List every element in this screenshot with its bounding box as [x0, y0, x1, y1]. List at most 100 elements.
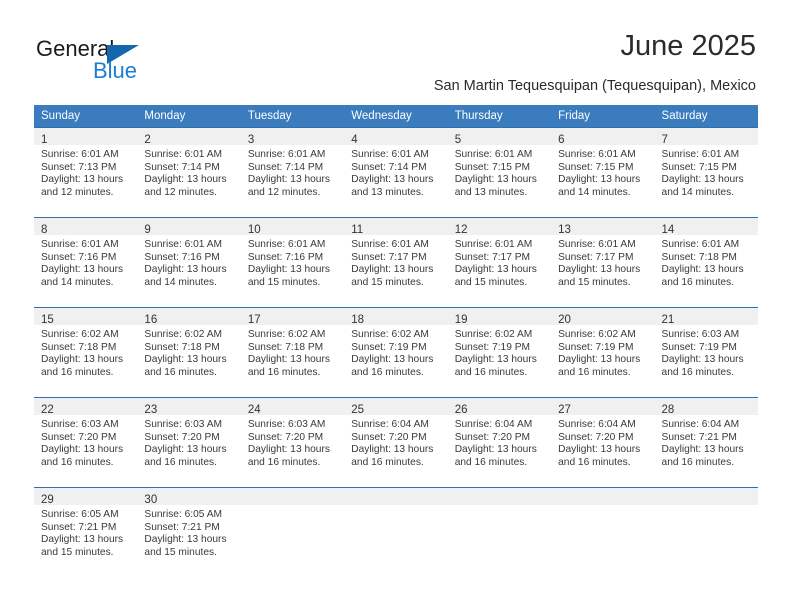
weekday-header-friday: Friday — [551, 105, 655, 128]
calendar-day-cell[interactable]: 3 Sunrise: 6:01 AM Sunset: 7:14 PM Daylight… — [240, 127, 345, 218]
sunrise-text: Sunrise: 6:03 AM — [41, 419, 119, 430]
calendar-day-cell-empty — [551, 487, 655, 578]
sunset-text: Sunset: 7:19 PM — [661, 341, 737, 353]
day-number: 10 — [247, 224, 261, 236]
day-number: 6 — [558, 134, 565, 146]
calendar-day-cell[interactable]: 10 Sunrise: 6:01 AM Sunset: 7:16 PM Dayligh… — [240, 217, 345, 308]
day-number: 9 — [144, 224, 151, 236]
day-number-band: 20 — [551, 308, 655, 326]
day-number-band: 13 — [551, 218, 655, 236]
calendar-day-cell[interactable]: 30 Sunrise: 6:05 AM Sunset: 7:21 PM Dayligh… — [137, 487, 241, 578]
day-number-band: 19 — [447, 308, 552, 326]
calendar-day-cell[interactable]: 9 Sunrise: 6:01 AM Sunset: 7:16 PM Daylight… — [137, 217, 241, 308]
day-number-band: 15 — [34, 308, 138, 326]
calendar-day-cell[interactable]: 13 Sunrise: 6:01 AM Sunset: 7:17 PM Dayligh… — [551, 217, 655, 308]
day-number: 30 — [144, 494, 158, 506]
daylight-text-line2: and 15 minutes. — [558, 276, 631, 288]
sunrise-text: Sunrise: 6:04 AM — [558, 419, 636, 430]
daylight-text-line1: Daylight: 13 hours — [454, 174, 537, 186]
calendar-day-cell[interactable]: 6 Sunrise: 6:01 AM Sunset: 7:15 PM Daylight… — [551, 127, 655, 218]
sunset-text: Sunset: 7:18 PM — [661, 251, 737, 263]
day-number: 1 — [41, 134, 48, 146]
daylight-text-line2: and 16 minutes. — [41, 366, 114, 378]
day-number: 8 — [41, 224, 48, 236]
daylight-text-line2: and 14 minutes. — [41, 276, 114, 288]
calendar-day-cell[interactable]: 4 Sunrise: 6:01 AM Sunset: 7:14 PM Daylight… — [344, 127, 448, 218]
calendar-day-cell[interactable]: 5 Sunrise: 6:01 AM Sunset: 7:15 PM Daylight… — [447, 127, 552, 218]
daylight-text-line2: and 14 minutes. — [661, 186, 735, 198]
sunrise-text: Sunrise: 6:01 AM — [41, 239, 119, 250]
day-number: 18 — [351, 314, 365, 326]
day-number: 7 — [661, 134, 668, 146]
calendar-day-cell[interactable]: 26 Sunrise: 6:04 AM Sunset: 7:20 PM Dayligh… — [447, 397, 552, 488]
calendar-day-cell[interactable]: 12 Sunrise: 6:01 AM Sunset: 7:17 PM Dayligh… — [447, 217, 552, 308]
calendar-day-cell[interactable]: 28 Sunrise: 6:04 AM Sunset: 7:21 PM Dayligh… — [654, 397, 758, 488]
calendar-day-cell[interactable]: 15 Sunrise: 6:02 AM Sunset: 7:18 PM Dayligh… — [34, 307, 138, 398]
calendar-day-cell[interactable]: 29 Sunrise: 6:05 AM Sunset: 7:21 PM Dayligh… — [34, 487, 138, 578]
calendar-week-row: 1 Sunrise: 6:01 AM Sunset: 7:13 PM Daylight… — [34, 127, 758, 218]
sunset-text: Sunset: 7:20 PM — [144, 431, 220, 443]
sunrise-text: Sunrise: 6:01 AM — [454, 239, 533, 250]
calendar-day-cell[interactable]: 11 Sunrise: 6:01 AM Sunset: 7:17 PM Dayligh… — [344, 217, 448, 308]
page-subtitle-location: San Martin Tequesquipan (Tequesquipan), … — [433, 78, 756, 94]
calendar-day-cell[interactable]: 2 Sunrise: 6:01 AM Sunset: 7:14 PM Daylight… — [137, 127, 241, 218]
sunrise-text: Sunrise: 6:01 AM — [144, 149, 223, 160]
calendar-day-cell[interactable]: 21 Sunrise: 6:03 AM Sunset: 7:19 PM Dayligh… — [654, 307, 758, 398]
sunrise-text: Sunrise: 6:03 AM — [144, 419, 223, 430]
calendar-day-cell[interactable]: 27 Sunrise: 6:04 AM Sunset: 7:20 PM Dayligh… — [551, 397, 655, 488]
day-number: 4 — [351, 134, 358, 146]
calendar-day-cell[interactable]: 22 Sunrise: 6:03 AM Sunset: 7:20 PM Dayligh… — [34, 397, 138, 488]
sunset-text: Sunset: 7:15 PM — [454, 161, 531, 173]
day-number: 2 — [144, 134, 151, 146]
daylight-text-line2: and 15 minutes. — [144, 546, 217, 558]
day-details: Sunrise: 6:01 AM Sunset: 7:15 PM Daylight:… — [448, 145, 551, 199]
day-number: 23 — [144, 404, 158, 416]
day-details: Sunrise: 6:02 AM Sunset: 7:18 PM Daylight:… — [34, 325, 137, 379]
sunset-text: Sunset: 7:18 PM — [247, 341, 324, 353]
day-details: Sunrise: 6:02 AM Sunset: 7:18 PM Daylight:… — [241, 325, 344, 379]
daylight-text-line2: and 12 minutes. — [41, 186, 114, 198]
daylight-text-line1: Daylight: 13 hours — [144, 534, 227, 546]
weekday-header-wednesday: Wednesday — [344, 105, 448, 128]
day-number-band: 2 — [137, 128, 241, 146]
weekday-header-monday: Monday — [137, 105, 241, 128]
calendar-header-row: Sunday Monday Tuesday Wednesday Thursday… — [34, 105, 758, 128]
daylight-text-line1: Daylight: 13 hours — [41, 264, 124, 276]
calendar-day-cell[interactable]: 25 Sunrise: 6:04 AM Sunset: 7:20 PM Dayligh… — [344, 397, 448, 488]
daylight-text-line1: Daylight: 13 hours — [144, 354, 227, 366]
day-details: Sunrise: 6:01 AM Sunset: 7:16 PM Daylight:… — [241, 235, 344, 289]
daylight-text-line2: and 16 minutes. — [41, 456, 114, 468]
sunrise-text: Sunrise: 6:01 AM — [144, 239, 223, 250]
sunset-text: Sunset: 7:18 PM — [144, 341, 220, 353]
calendar-day-cell[interactable]: 7 Sunrise: 6:01 AM Sunset: 7:15 PM Daylight… — [654, 127, 758, 218]
calendar-day-cell[interactable]: 16 Sunrise: 6:02 AM Sunset: 7:18 PM Dayligh… — [137, 307, 241, 398]
sunset-text: Sunset: 7:20 PM — [454, 431, 531, 443]
day-number-band: 7 — [654, 128, 758, 146]
day-number-band: 28 — [654, 398, 758, 416]
day-number: 22 — [41, 404, 54, 416]
day-details: Sunrise: 6:03 AM Sunset: 7:20 PM Daylight:… — [137, 415, 240, 469]
daylight-text-line1: Daylight: 13 hours — [144, 174, 227, 186]
daylight-text-line1: Daylight: 13 hours — [351, 354, 434, 366]
sunset-text: Sunset: 7:21 PM — [144, 521, 220, 533]
calendar-day-cell[interactable]: 23 Sunrise: 6:03 AM Sunset: 7:20 PM Dayligh… — [137, 397, 241, 488]
sunset-text: Sunset: 7:19 PM — [351, 341, 427, 353]
calendar-day-cell[interactable]: 24 Sunrise: 6:03 AM Sunset: 7:20 PM Dayligh… — [240, 397, 345, 488]
page-title: June 2025 — [620, 30, 756, 62]
sunset-text: Sunset: 7:15 PM — [661, 161, 737, 173]
sunset-text: Sunset: 7:16 PM — [247, 251, 324, 263]
calendar-day-cell[interactable]: 19 Sunrise: 6:02 AM Sunset: 7:19 PM Dayligh… — [447, 307, 552, 398]
day-number: 12 — [454, 224, 468, 236]
daylight-text-line2: and 16 minutes. — [558, 456, 631, 468]
sunrise-text: Sunrise: 6:01 AM — [247, 239, 326, 250]
calendar-day-cell[interactable]: 1 Sunrise: 6:01 AM Sunset: 7:13 PM Daylight… — [34, 127, 138, 218]
calendar-day-cell[interactable]: 8 Sunrise: 6:01 AM Sunset: 7:16 PM Daylight… — [34, 217, 138, 308]
sunrise-text: Sunrise: 6:04 AM — [661, 419, 740, 430]
weekday-header-sunday: Sunday — [34, 105, 138, 128]
calendar-day-cell[interactable]: 18 Sunrise: 6:02 AM Sunset: 7:19 PM Dayligh… — [344, 307, 448, 398]
sunset-text: Sunset: 7:15 PM — [558, 161, 634, 173]
calendar-day-cell[interactable]: 17 Sunrise: 6:02 AM Sunset: 7:18 PM Dayligh… — [240, 307, 345, 398]
calendar-day-cell[interactable]: 14 Sunrise: 6:01 AM Sunset: 7:18 PM Dayligh… — [654, 217, 758, 308]
calendar-day-cell[interactable]: 20 Sunrise: 6:02 AM Sunset: 7:19 PM Dayligh… — [551, 307, 655, 398]
general-blue-logo[interactable]: General Blue — [36, 36, 236, 84]
